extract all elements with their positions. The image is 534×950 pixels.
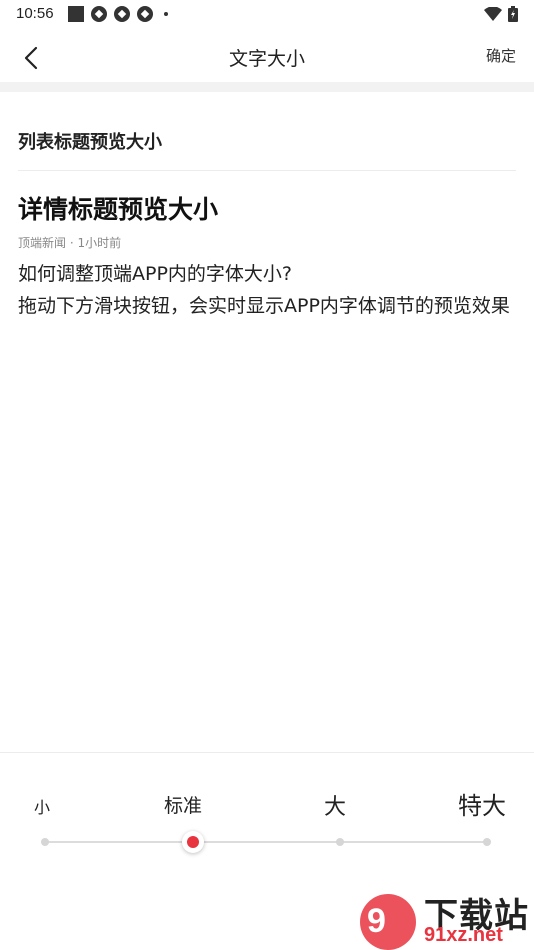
battery-charging-icon xyxy=(508,6,518,22)
aperture-icon xyxy=(137,6,153,22)
list-divider xyxy=(18,170,516,171)
aperture-icon xyxy=(91,6,107,22)
font-size-slider-track[interactable] xyxy=(45,841,487,843)
preview-paragraph: 如何调整顶端APP内的字体大小? xyxy=(18,263,292,285)
watermark-number: 9 xyxy=(367,902,386,940)
header-divider xyxy=(0,82,534,92)
slider-panel-divider xyxy=(0,752,534,753)
slider-stop-small[interactable] xyxy=(41,838,49,846)
article-meta: 顶端新闻 · 1小时前 xyxy=(18,236,122,250)
watermark-url: 91xz.net xyxy=(424,924,503,946)
slider-stop-large[interactable] xyxy=(336,838,344,846)
status-right-icons xyxy=(484,6,518,22)
wifi-icon xyxy=(484,7,502,21)
dot-icon xyxy=(164,12,168,16)
square-icon xyxy=(68,6,84,22)
size-option-small[interactable]: 小 xyxy=(34,794,50,818)
aperture-icon xyxy=(114,6,130,22)
watermark-logo: 9 下载站 91xz.net xyxy=(360,888,532,950)
status-left-icons xyxy=(68,6,168,22)
size-option-large[interactable]: 大 xyxy=(324,789,346,821)
detail-title-preview: 详情标题预览大小 xyxy=(18,195,219,224)
confirm-button[interactable]: 确定 xyxy=(486,45,516,66)
slider-stop-extra-large[interactable] xyxy=(483,838,491,846)
preview-paragraph: 拖动下方滑块按钮，会实时显示APP内字体调节的预览效果 xyxy=(18,295,510,317)
status-time: 10:56 xyxy=(16,5,54,22)
font-size-slider-thumb[interactable] xyxy=(182,831,204,853)
page-title: 文字大小 xyxy=(228,48,305,70)
status-bar: 10:56 xyxy=(0,0,534,28)
list-title-preview: 列表标题预览大小 xyxy=(18,132,162,153)
size-option-extra-large[interactable]: 特大 xyxy=(458,786,506,821)
top-app-bar: 文字大小 确定 xyxy=(0,30,534,82)
size-option-standard[interactable]: 标准 xyxy=(164,791,202,818)
preview-content: 如何调整顶端APP内的字体大小? 拖动下方滑块按钮，会实时显示APP内字体调节的… xyxy=(18,258,510,322)
